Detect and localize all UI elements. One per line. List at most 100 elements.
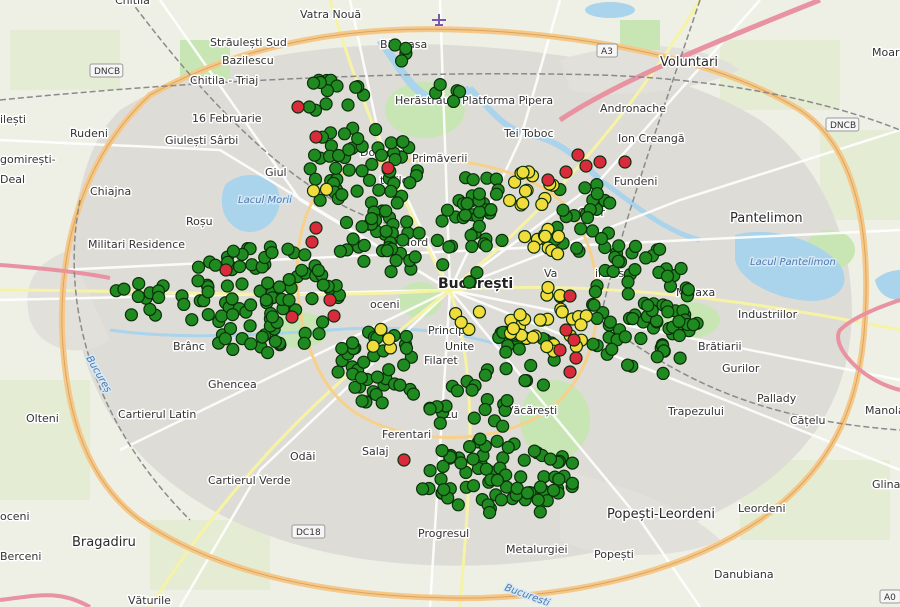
station-marker-good[interactable] bbox=[306, 76, 321, 90]
station-marker-good[interactable] bbox=[479, 239, 493, 253]
station-marker-good[interactable] bbox=[605, 342, 619, 356]
station-marker-good[interactable] bbox=[450, 384, 464, 398]
station-marker-good[interactable] bbox=[297, 336, 311, 350]
station-marker-good[interactable] bbox=[499, 362, 513, 376]
station-marker-bad[interactable] bbox=[563, 365, 577, 379]
station-marker-good[interactable] bbox=[552, 472, 566, 486]
station-marker-good[interactable] bbox=[451, 498, 465, 512]
station-marker-good[interactable] bbox=[397, 358, 411, 372]
station-marker-bad[interactable] bbox=[309, 221, 323, 235]
station-marker-good[interactable] bbox=[265, 310, 279, 324]
station-marker-moderate[interactable] bbox=[506, 322, 521, 336]
station-marker-good[interactable] bbox=[494, 493, 508, 507]
station-marker-bad[interactable] bbox=[219, 263, 233, 277]
station-marker-bad[interactable] bbox=[327, 309, 341, 323]
station-marker-good[interactable] bbox=[423, 464, 437, 478]
station-marker-good[interactable] bbox=[674, 261, 688, 276]
station-marker-bad[interactable] bbox=[381, 161, 395, 175]
station-marker-moderate[interactable] bbox=[513, 308, 527, 322]
station-marker-good[interactable] bbox=[384, 265, 398, 279]
station-marker-good[interactable] bbox=[574, 222, 588, 236]
station-marker-good[interactable] bbox=[473, 432, 487, 446]
station-marker-good[interactable] bbox=[319, 97, 333, 111]
station-marker-good[interactable] bbox=[489, 172, 503, 186]
station-marker-good[interactable] bbox=[620, 358, 635, 372]
station-marker-good[interactable] bbox=[370, 370, 384, 384]
station-marker-good[interactable] bbox=[339, 215, 354, 230]
station-marker-good[interactable] bbox=[639, 251, 653, 265]
station-marker-good[interactable] bbox=[496, 419, 510, 433]
station-marker-good[interactable] bbox=[656, 366, 670, 380]
station-marker-good[interactable] bbox=[243, 319, 257, 333]
station-marker-good[interactable] bbox=[442, 240, 456, 254]
station-marker-good[interactable] bbox=[335, 188, 349, 202]
station-marker-good[interactable] bbox=[661, 305, 675, 319]
station-marker-moderate[interactable] bbox=[555, 305, 569, 319]
station-marker-good[interactable] bbox=[458, 208, 472, 222]
station-marker-bad[interactable] bbox=[309, 130, 323, 144]
station-marker-good[interactable] bbox=[390, 196, 404, 210]
station-marker-good[interactable] bbox=[628, 239, 643, 253]
station-marker-bad[interactable] bbox=[579, 159, 593, 173]
station-marker-moderate[interactable] bbox=[366, 339, 380, 353]
station-marker-moderate[interactable] bbox=[382, 332, 396, 346]
station-marker-good[interactable] bbox=[501, 440, 515, 454]
station-marker-good[interactable] bbox=[355, 164, 369, 178]
station-marker-good[interactable] bbox=[316, 278, 330, 292]
station-marker-good[interactable] bbox=[686, 318, 701, 332]
station-marker-good[interactable] bbox=[316, 315, 330, 329]
station-marker-good[interactable] bbox=[261, 346, 275, 360]
station-marker-bad[interactable] bbox=[569, 351, 583, 365]
station-marker-good[interactable] bbox=[235, 277, 249, 291]
station-marker-good[interactable] bbox=[436, 258, 450, 272]
station-marker-good[interactable] bbox=[483, 505, 497, 520]
station-marker-bad[interactable] bbox=[559, 323, 573, 337]
station-marker-good[interactable] bbox=[672, 314, 686, 328]
station-marker-good[interactable] bbox=[272, 280, 287, 294]
station-marker-bad[interactable] bbox=[567, 333, 581, 347]
station-marker-moderate[interactable] bbox=[516, 165, 530, 179]
station-marker-good[interactable] bbox=[626, 312, 640, 326]
station-marker-moderate[interactable] bbox=[526, 330, 540, 344]
station-marker-good[interactable] bbox=[565, 476, 580, 490]
station-marker-good[interactable] bbox=[546, 483, 561, 497]
station-marker-good[interactable] bbox=[403, 176, 417, 190]
station-marker-good[interactable] bbox=[518, 374, 532, 388]
station-marker-good[interactable] bbox=[611, 254, 625, 268]
station-marker-moderate[interactable] bbox=[527, 240, 541, 254]
station-marker-good[interactable] bbox=[416, 482, 430, 496]
station-marker-good[interactable] bbox=[660, 269, 675, 283]
station-marker-good[interactable] bbox=[357, 254, 371, 268]
station-marker-good[interactable] bbox=[473, 205, 487, 219]
station-marker-good[interactable] bbox=[261, 276, 275, 290]
station-marker-moderate[interactable] bbox=[551, 229, 566, 243]
station-marker-good[interactable] bbox=[586, 337, 600, 351]
station-marker-good[interactable] bbox=[152, 290, 166, 304]
station-marker-good[interactable] bbox=[311, 263, 325, 277]
station-marker-good[interactable] bbox=[342, 163, 356, 177]
station-marker-good[interactable] bbox=[191, 274, 205, 288]
station-marker-bad[interactable] bbox=[571, 148, 585, 162]
station-marker-good[interactable] bbox=[191, 260, 206, 274]
station-marker-good[interactable] bbox=[382, 363, 396, 377]
station-marker-good[interactable] bbox=[484, 203, 498, 217]
station-marker-good[interactable] bbox=[355, 220, 369, 234]
station-marker-good[interactable] bbox=[349, 80, 363, 94]
station-marker-good[interactable] bbox=[357, 238, 371, 252]
station-marker-good[interactable] bbox=[244, 337, 258, 351]
station-marker-bad[interactable] bbox=[563, 289, 577, 303]
station-marker-moderate[interactable] bbox=[541, 280, 555, 295]
station-marker-good[interactable] bbox=[342, 143, 356, 157]
station-marker-good[interactable] bbox=[524, 358, 538, 373]
station-marker-good[interactable] bbox=[628, 263, 642, 277]
station-marker-good[interactable] bbox=[408, 250, 422, 264]
station-marker-good[interactable] bbox=[329, 161, 343, 175]
station-marker-good[interactable] bbox=[399, 341, 414, 355]
station-marker-good[interactable] bbox=[490, 473, 504, 487]
station-marker-good[interactable] bbox=[201, 285, 215, 299]
station-marker-good[interactable] bbox=[465, 383, 479, 397]
station-marker-good[interactable] bbox=[396, 135, 410, 149]
station-marker-bad[interactable] bbox=[618, 155, 632, 169]
station-marker-good[interactable] bbox=[533, 505, 547, 519]
station-marker-good[interactable] bbox=[433, 416, 447, 430]
